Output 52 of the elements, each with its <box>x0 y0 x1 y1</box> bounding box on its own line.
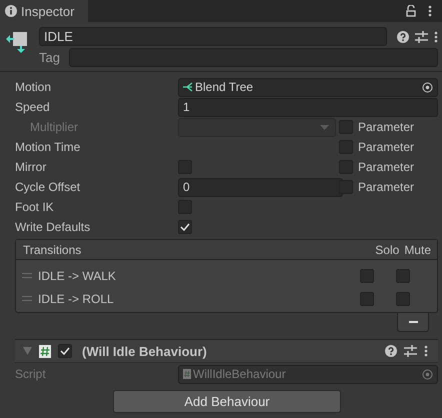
mute-checkbox[interactable] <box>396 268 410 282</box>
component-title: (Will Idle Behaviour) <box>82 344 208 358</box>
property-label: Mirror <box>15 160 48 174</box>
number-field[interactable]: 1 <box>178 98 438 116</box>
column-header: Solo <box>375 242 400 256</box>
property-label: Write Defaults <box>15 220 92 234</box>
property-label: Multiplier <box>29 120 80 134</box>
motion-field[interactable]: Blend Tree <box>178 78 438 96</box>
more-icon[interactable] <box>428 5 432 17</box>
parameter-label: Parameter <box>358 140 414 154</box>
settings-icon[interactable] <box>404 345 417 357</box>
target-icon[interactable] <box>422 82 433 92</box>
enabled-checkbox[interactable] <box>58 344 72 358</box>
property-label: Foot IK <box>15 200 55 214</box>
property-label: Speed <box>15 100 51 114</box>
solo-checkbox[interactable] <box>360 292 374 306</box>
checkbox[interactable] <box>178 220 192 234</box>
drag-handle-icon[interactable] <box>22 296 32 301</box>
lock-icon[interactable] <box>406 5 416 17</box>
more-icon[interactable] <box>424 345 428 357</box>
parameter-label: Parameter <box>358 160 414 174</box>
inspector-tab[interactable]: Inspector <box>0 0 88 22</box>
number-field[interactable]: 0 <box>178 178 343 196</box>
info-icon <box>5 5 17 17</box>
transition-item[interactable]: IDLE -> WALK <box>36 268 338 282</box>
foldout-arrow-icon[interactable] <box>23 347 32 355</box>
mute-checkbox[interactable] <box>396 292 410 306</box>
state-icon <box>5 30 29 54</box>
column-header: Mute <box>404 242 431 256</box>
script-icon <box>39 344 51 358</box>
script-icon <box>183 369 191 379</box>
minus-icon <box>408 321 418 323</box>
help-icon[interactable] <box>385 345 397 357</box>
list-header: Transitions <box>23 242 82 256</box>
property-label: Cycle Offset <box>15 180 82 194</box>
settings-icon[interactable] <box>415 30 428 42</box>
tag-label: Tag <box>39 50 61 65</box>
property-label: Script <box>15 367 47 381</box>
drag-handle-icon[interactable] <box>22 273 32 278</box>
parameter-label: Parameter <box>358 120 414 134</box>
more-icon[interactable] <box>434 30 438 42</box>
solo-checkbox[interactable] <box>360 268 374 282</box>
property-label: Motion Time <box>15 140 82 154</box>
transition-item[interactable]: IDLE -> ROLL <box>36 292 338 306</box>
name-field[interactable]: IDLE <box>39 27 387 46</box>
property-label: Motion <box>15 80 52 94</box>
parameter-label: Parameter <box>358 180 414 194</box>
help-icon[interactable] <box>397 30 409 42</box>
blend-tree-icon <box>183 82 193 92</box>
caret-icon <box>320 124 329 130</box>
add-behaviour-button[interactable]: Add Behaviour <box>113 390 341 413</box>
remove-button[interactable] <box>397 313 429 332</box>
